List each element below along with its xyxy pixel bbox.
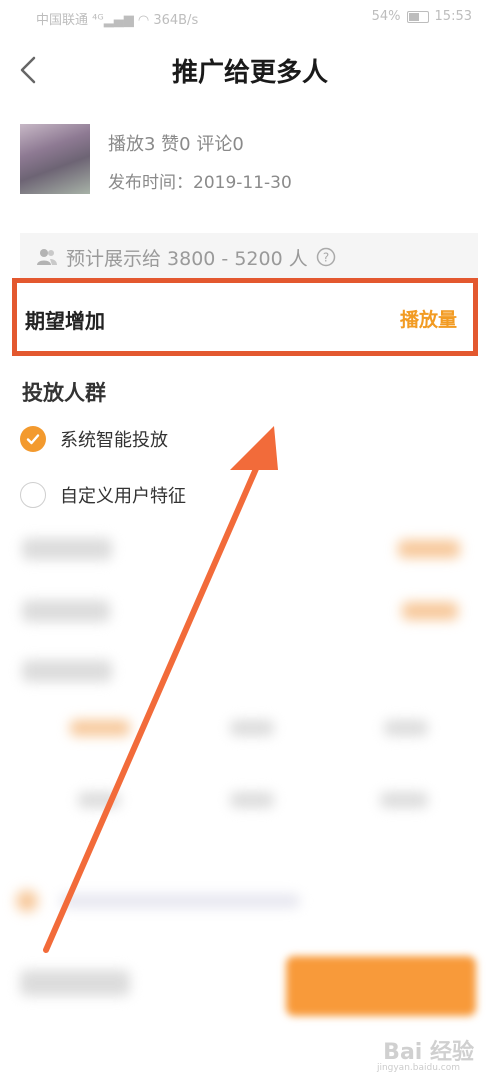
audience-section-title: 投放人群 [22,381,106,405]
watermark-logo: Bai 经验 [383,1040,474,1065]
radio-checked-icon[interactable] [20,426,46,452]
option-smart-delivery[interactable]: 系统智能投放 [20,424,168,454]
expected-increase-value[interactable]: 播放量 [400,305,457,332]
blurred-chip [78,792,120,808]
help-icon[interactable]: ? [316,247,336,267]
signal-icon: ⁴ᴳ▂▄▆ [92,13,134,28]
wifi-icon: ◠ [137,13,150,28]
expected-increase-label: 期望增加 [25,309,105,333]
blurred-row-label [22,538,112,560]
header: 推广给更多人 [0,40,500,100]
status-right: 54% 15:53 [372,9,472,24]
status-left: 中国联通 ⁴ᴳ▂▄▆ ◠ 364B/s [36,9,198,28]
clock: 15:53 [434,9,472,24]
reach-estimate-text: 预计展示给 3800 - 5200 人 [66,247,308,270]
option-label: 系统智能投放 [60,430,168,451]
svg-text:?: ? [323,251,329,265]
publish-time: 发布时间：2019-11-30 [108,173,292,193]
blurred-pay-button [286,956,476,1016]
blurred-row-value [402,602,458,620]
page-title: 推广给更多人 [171,58,328,88]
checkmark-icon [26,434,40,445]
blurred-price [20,970,130,996]
video-thumbnail [20,124,90,194]
option-label: 自定义用户特征 [60,486,186,507]
blurred-checkbox [16,890,38,912]
expected-increase-row[interactable]: 期望增加 播放量 [12,278,478,356]
blurred-agreement [60,894,300,908]
people-icon [37,249,57,265]
status-bar: 中国联通 ⁴ᴳ▂▄▆ ◠ 364B/s 54% 15:53 [0,0,500,36]
video-card: 播放3 赞0 评论0 发布时间：2019-11-30 [20,124,480,194]
battery-percent: 54% [371,9,401,24]
carrier-text: 中国联通 [36,13,89,28]
blurred-chip [230,792,274,808]
reach-estimate: 预计展示给 3800 - 5200 人 ? [20,233,478,281]
video-stats: 播放3 赞0 评论0 [108,134,244,155]
blurred-row-value [398,540,460,558]
blurred-content [0,530,500,1084]
network-speed: 364B/s [153,13,199,28]
blurred-row-label [22,660,112,682]
watermark-url: jingyan.baidu.com [376,1063,460,1073]
blurred-chip [380,792,428,808]
option-custom-features[interactable]: 自定义用户特征 [20,480,186,510]
blurred-chip [230,720,274,736]
blurred-chip [70,720,130,736]
blurred-row-label [22,600,110,622]
radio-unchecked-icon[interactable] [20,482,46,508]
battery-icon [406,10,429,23]
blurred-chip [384,720,428,736]
